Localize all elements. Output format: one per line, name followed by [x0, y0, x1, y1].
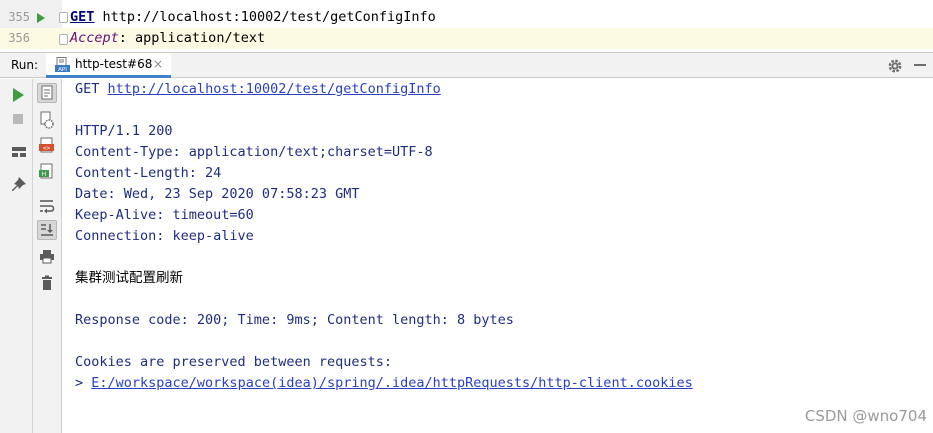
console-toolbar: <> H [33, 79, 62, 433]
response-header: Content-Length: 24 [75, 165, 222, 181]
header-value: : application/text [118, 30, 266, 46]
response-summary: Response code: 200; Time: 9ms; Content l… [75, 312, 514, 328]
svg-text:<>: <> [43, 145, 51, 152]
response-header: Date: Wed, 23 Sep 2020 07:58:23 GMT [75, 186, 360, 202]
fold-end-marker-icon[interactable] [59, 34, 68, 45]
run-toolbar [0, 79, 33, 433]
line-number: 355 [8, 10, 30, 24]
response-header: Connection: keep-alive [75, 228, 254, 244]
editor-line-355[interactable]: 355 GET http://localhost:10002/test/getC… [0, 7, 933, 28]
http-method: GET [70, 9, 95, 25]
gear-icon[interactable] [886, 57, 904, 75]
editor-line-356[interactable]: 356 Accept: application/text [0, 28, 933, 49]
minimize-icon[interactable] [914, 64, 926, 66]
settings-doc-icon[interactable] [37, 110, 57, 130]
layout-icon[interactable] [9, 142, 29, 162]
header-line: Accept: application/text [70, 28, 265, 49]
pin-icon[interactable] [9, 175, 29, 195]
request-line: GET http://localhost:10002/test/getConfi… [70, 7, 436, 28]
json-view-icon[interactable]: <> [37, 136, 57, 156]
print-icon[interactable] [37, 247, 57, 267]
tab-http-test[interactable]: API http-test#68 × [46, 53, 171, 78]
line-number: 356 [8, 31, 30, 45]
rerun-icon[interactable] [9, 85, 29, 105]
response-body: 集群测试配置刷新 [75, 270, 183, 286]
request-url-link[interactable]: http://localhost:10002/test/getConfigInf… [108, 81, 441, 97]
svg-text:H: H [42, 171, 47, 178]
close-icon[interactable]: × [153, 53, 163, 76]
html-view-icon[interactable]: H [37, 162, 57, 182]
cookies-file-link[interactable]: E:/workspace/workspace(idea)/spring/.ide… [91, 375, 692, 391]
scroll-to-end-icon[interactable] [37, 220, 57, 240]
header-name: Accept [70, 30, 119, 46]
console-output[interactable]: GET http://localhost:10002/test/getConfi… [62, 79, 933, 433]
api-icon: API [55, 57, 70, 73]
show-response-icon[interactable] [37, 83, 57, 103]
run-request-icon[interactable] [37, 13, 45, 23]
response-header: Keep-Alive: timeout=60 [75, 207, 254, 223]
status-line: HTTP/1.1 200 [75, 123, 173, 139]
request-method: GET [75, 81, 100, 97]
cookies-file-line: > E:/workspace/workspace(idea)/spring/.i… [75, 373, 693, 394]
cookies-note: Cookies are preserved between requests: [75, 354, 392, 370]
response-header: Content-Type: application/text;charset=U… [75, 144, 433, 160]
run-toolwindow-header: Run: API http-test#68 × [0, 52, 933, 78]
request-url: http://localhost:10002/test/getConfigInf… [94, 9, 436, 25]
svg-text:API: API [58, 67, 67, 72]
stop-icon[interactable] [9, 109, 29, 129]
fold-marker-icon[interactable] [59, 12, 68, 23]
watermark: CSDN @wno704 [804, 407, 927, 425]
soft-wrap-icon[interactable] [37, 196, 57, 216]
editor-area: 355 GET http://localhost:10002/test/getC… [0, 0, 933, 49]
tab-label: http-test#68 [75, 57, 153, 71]
trash-icon[interactable] [37, 273, 57, 293]
request-line: GET http://localhost:10002/test/getConfi… [75, 79, 441, 100]
run-label: Run: [11, 58, 39, 72]
cookies-prefix: > [75, 375, 92, 391]
